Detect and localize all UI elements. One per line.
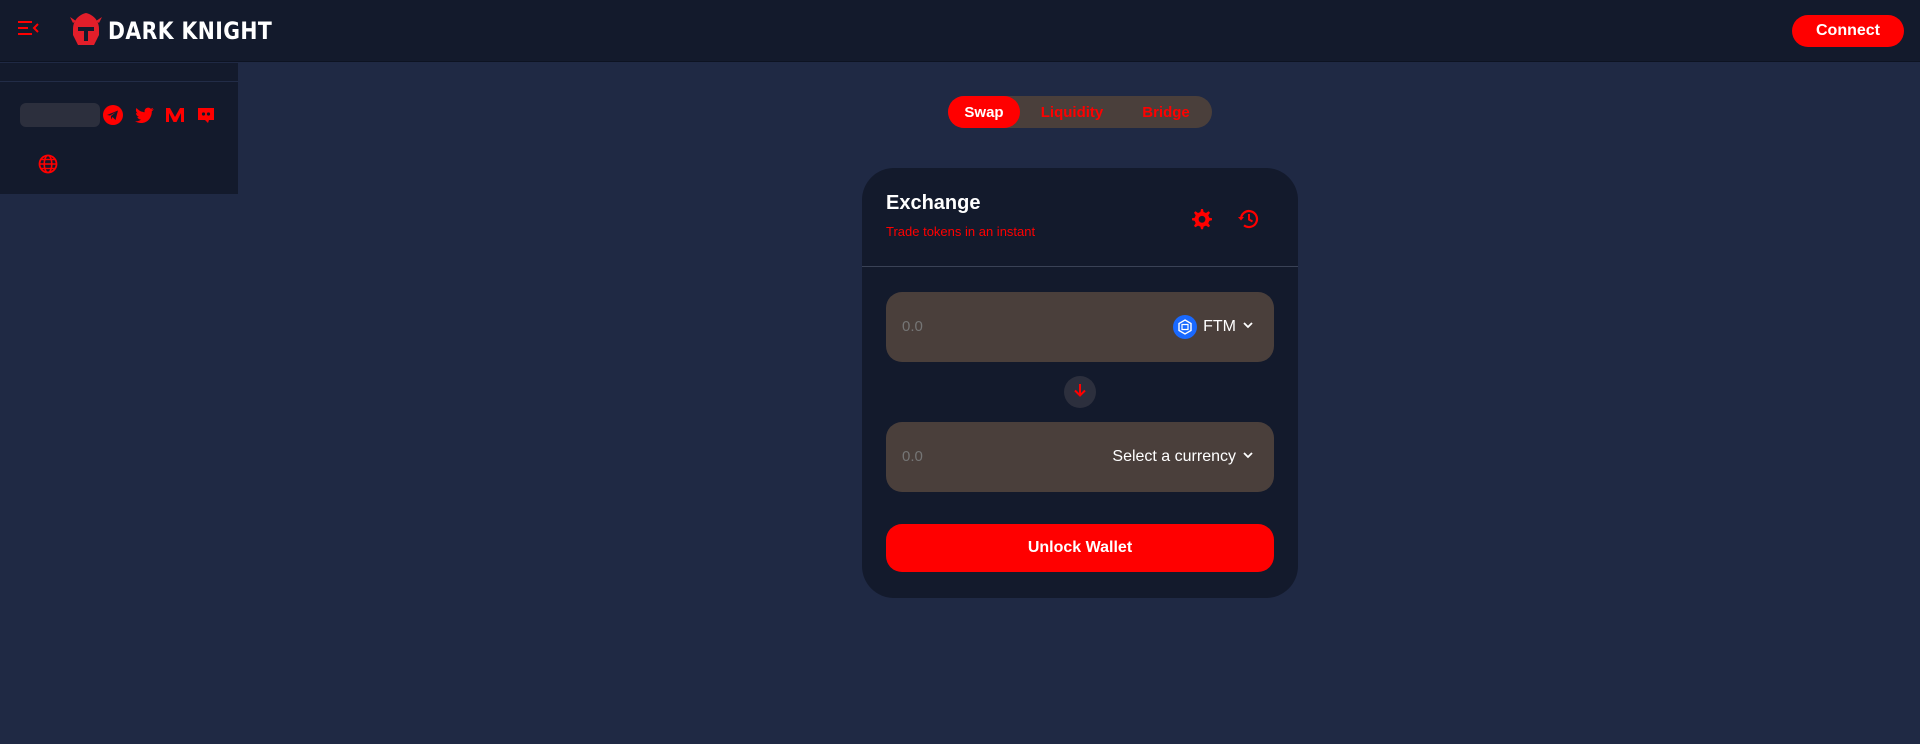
to-amount-input[interactable] [902,448,1052,465]
swap-tabs: Swap Liquidity Bridge [948,96,1212,128]
from-currency-label: FTM [1203,318,1236,335]
twitter-icon[interactable] [134,104,156,126]
connect-button[interactable]: Connect [1792,15,1904,47]
unlock-wallet-button[interactable]: Unlock Wallet [886,524,1274,572]
to-currency-panel: Select a currency [886,422,1274,492]
from-amount-input[interactable] [902,318,1052,335]
knight-helmet-icon [70,11,102,52]
exchange-card: Exchange Trade tokens in an instant FTM [862,168,1298,598]
tab-swap[interactable]: Swap [948,96,1020,128]
token-price-placeholder [20,103,100,127]
exchange-subtitle: Trade tokens in an instant [886,224,1036,239]
history-icon[interactable] [1236,206,1262,232]
tab-bridge[interactable]: Bridge [1124,96,1208,128]
sidebar [0,62,238,194]
arrow-down-icon [1072,382,1088,403]
exchange-title: Exchange [886,192,981,214]
settings-gear-icon[interactable] [1188,206,1214,232]
menu-toggle-icon[interactable] [16,18,40,38]
medium-icon[interactable] [164,104,186,126]
sidebar-divider [0,81,238,82]
logo[interactable]: DARK KNIGHT [70,10,301,52]
to-currency-select[interactable]: Select a currency [1112,442,1254,472]
globe-icon[interactable] [37,153,59,175]
card-divider [862,266,1298,267]
to-currency-label: Select a currency [1112,448,1236,465]
from-currency-panel: FTM [886,292,1274,362]
ftm-token-icon [1173,315,1198,339]
from-currency-select[interactable]: FTM [1173,312,1254,342]
swap-direction-button[interactable] [1064,376,1096,408]
tab-liquidity[interactable]: Liquidity [1020,96,1124,128]
discord-icon[interactable] [195,104,217,126]
telegram-icon[interactable] [102,104,124,126]
top-bar: DARK KNIGHT Connect [0,0,1920,62]
chevron-down-icon [1242,318,1254,336]
chevron-down-icon [1242,448,1254,466]
logo-text: DARK KNIGHT [108,17,273,45]
